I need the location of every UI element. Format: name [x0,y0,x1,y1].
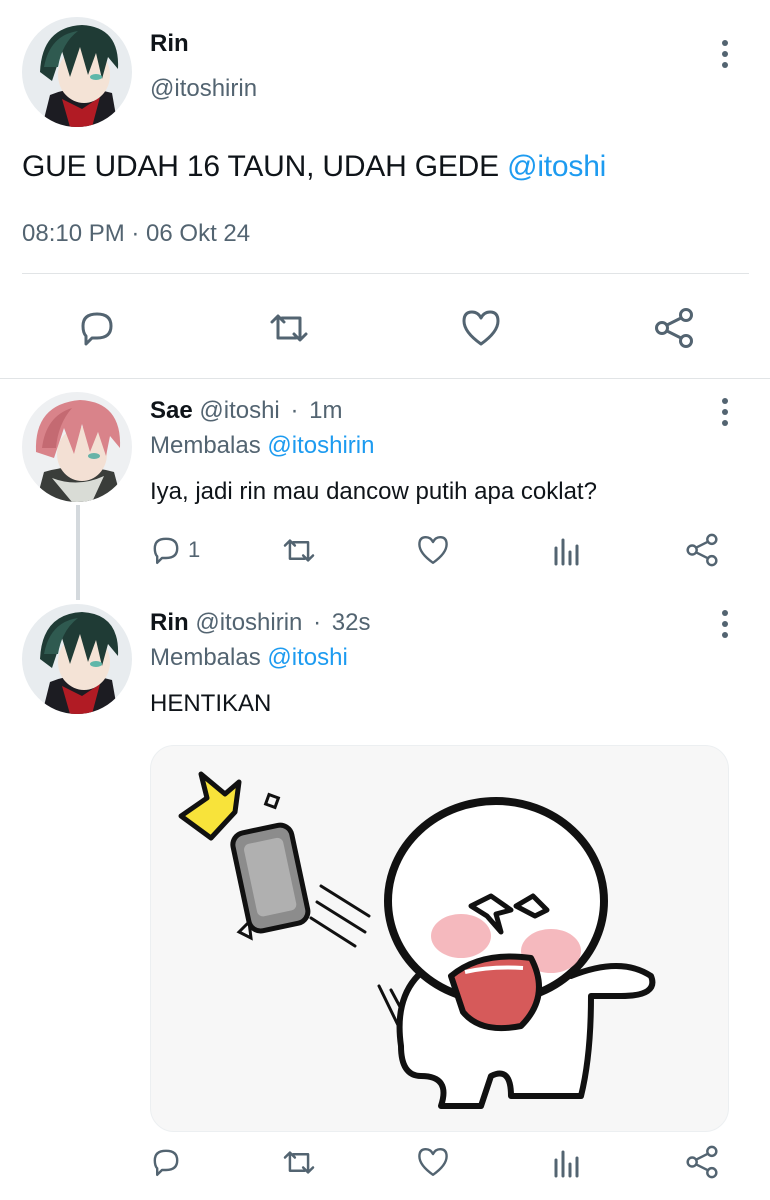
share-icon [686,1145,718,1179]
retweet-button[interactable] [266,308,312,348]
reply-text: Iya, jadi rin mau dancow putih apa cokla… [150,478,597,505]
tweet-timestamp[interactable]: 08:10 PM · 06 Okt 24 [22,220,250,248]
tweet-text: GUE UDAH 16 TAUN, UDAH GEDE @itoshi [22,150,606,184]
reply-icon [81,312,113,346]
analytics-button[interactable] [552,536,582,566]
retweet-icon [283,539,315,562]
share-button[interactable] [652,306,696,350]
divider [0,378,770,379]
like-button[interactable] [416,1146,450,1178]
reply-button[interactable] [150,1146,182,1178]
reply-author-name[interactable]: Rin [150,609,189,636]
reply-header: Sae @itoshi · 1m [150,397,342,425]
retweet-button[interactable] [280,534,318,567]
avatar[interactable] [22,17,132,127]
avatar[interactable] [22,604,132,714]
retweet-button[interactable] [280,1146,318,1179]
divider [22,273,749,274]
share-button[interactable] [684,532,720,568]
replying-to-mention[interactable]: @itoshirin [267,432,374,459]
more-options-icon[interactable] [720,40,730,68]
reply-author-handle[interactable]: @itoshi [199,397,279,424]
reply-icon [153,1149,179,1176]
tweet-mention[interactable]: @itoshi [507,150,606,183]
reply-header: Rin @itoshirin · 32s [150,609,370,637]
replying-to-label: Membalas [150,432,261,459]
reply-button[interactable]: 1 [150,534,200,566]
attached-image[interactable] [150,745,729,1132]
like-button[interactable] [460,308,502,348]
like-button[interactable] [416,534,450,566]
reply-count: 1 [188,537,201,562]
more-options-icon[interactable] [720,610,730,638]
analytics-icon [554,538,579,566]
replying-to-mention[interactable]: @itoshi [267,644,347,671]
share-icon [686,533,718,567]
reply-author-name[interactable]: Sae [150,397,193,424]
thread-line [76,505,80,600]
avatar[interactable] [22,392,132,502]
like-icon [462,310,500,346]
analytics-button[interactable] [552,1148,582,1178]
share-button[interactable] [684,1144,720,1180]
tweet-body: GUE UDAH 16 TAUN, UDAH GEDE [22,150,499,183]
reply-time[interactable]: 32s [332,609,371,636]
retweet-icon [270,314,308,342]
replying-to: Membalas @itoshirin [150,432,374,460]
author-name[interactable]: Rin [150,30,189,58]
reply-text: HENTIKAN [150,690,272,717]
like-icon [418,536,448,564]
separator-dot: · [290,397,299,424]
replying-to-label: Membalas [150,644,261,671]
author-handle[interactable]: @itoshirin [150,75,257,103]
share-icon [655,308,693,348]
reply-button[interactable] [77,308,117,348]
flash-burst [178,771,242,841]
replying-to: Membalas @itoshi [150,644,348,672]
more-options-icon[interactable] [720,398,730,426]
retweet-icon [283,1151,315,1174]
separator-dot: · [313,609,322,636]
phone [230,822,311,934]
reply-author-handle[interactable]: @itoshirin [195,609,302,636]
analytics-icon [554,1150,579,1178]
reply-icon [153,537,179,564]
sticker-illustration [178,771,656,1109]
reply-time[interactable]: 1m [309,397,342,424]
like-icon [418,1148,448,1176]
